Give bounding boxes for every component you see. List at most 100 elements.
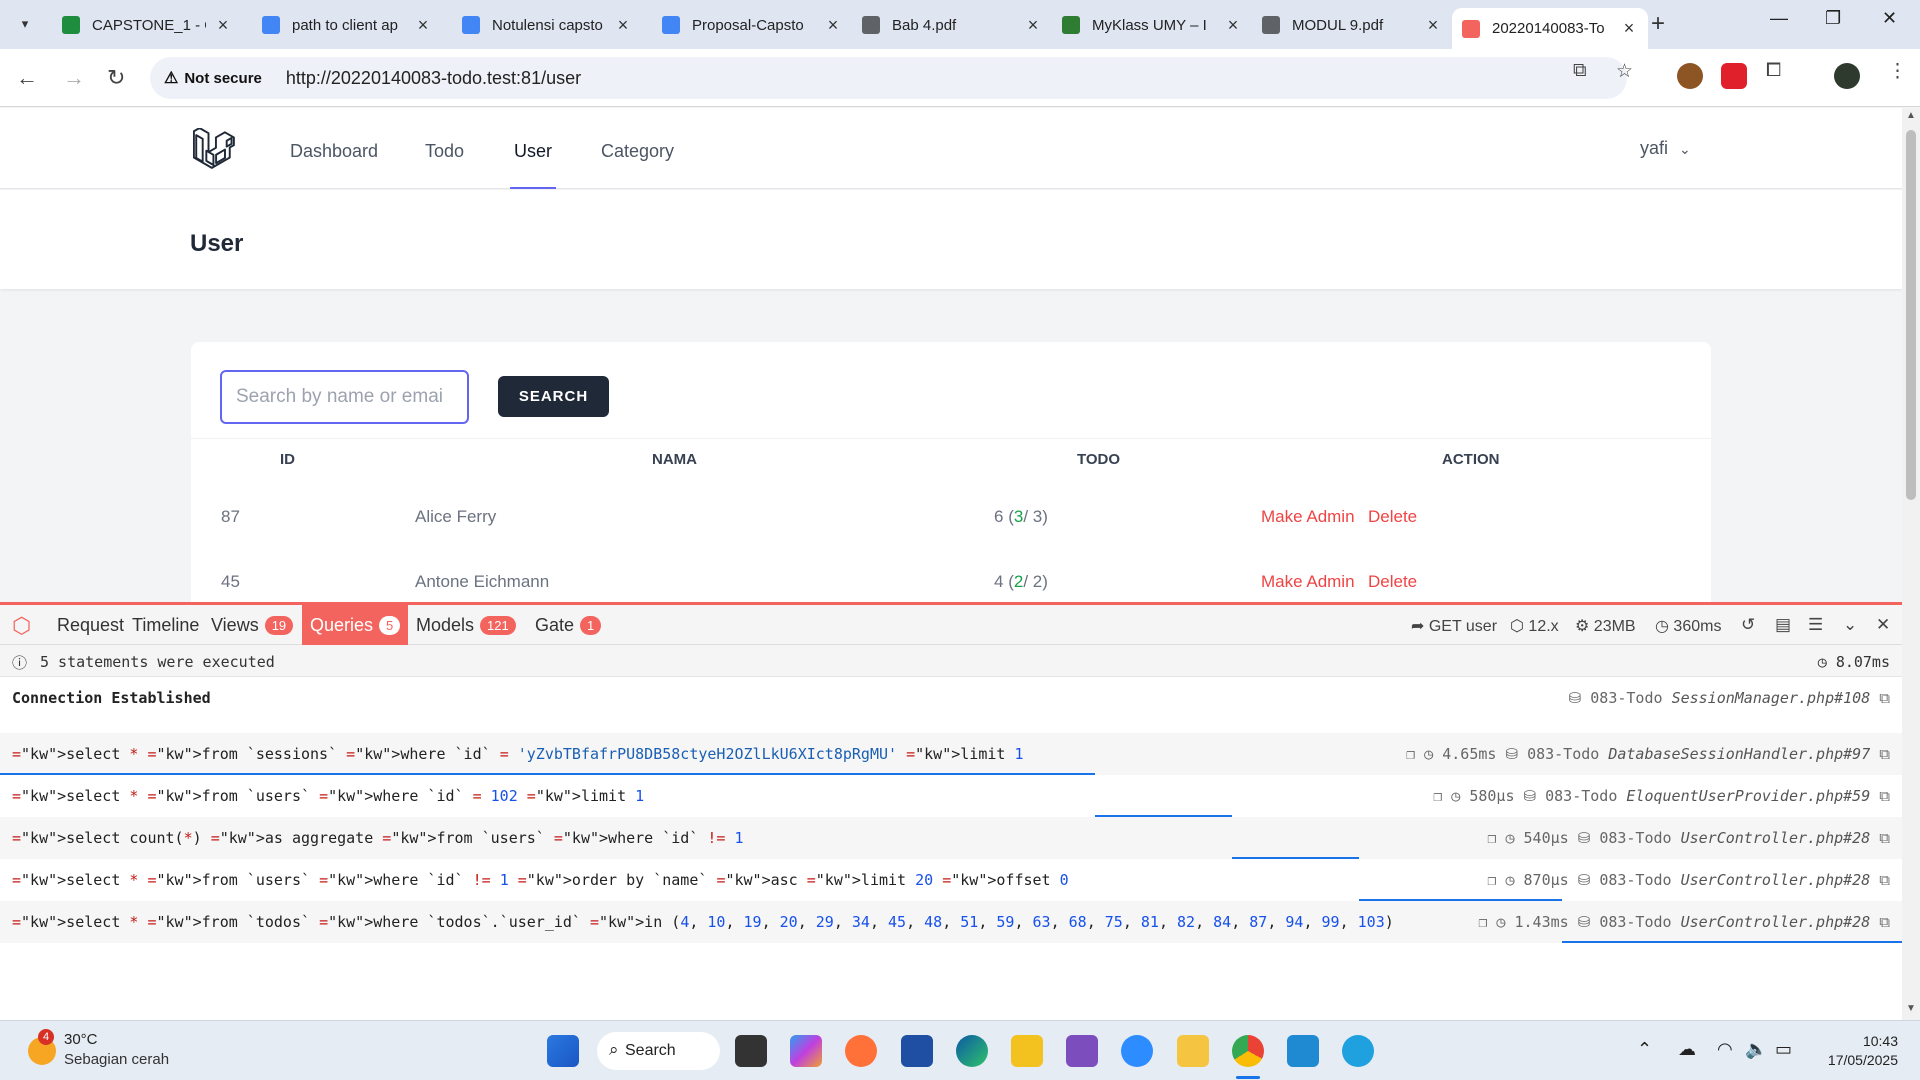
- tab-proposal[interactable]: Proposal-Capsto ×: [652, 8, 852, 42]
- visual-studio-icon[interactable]: [1066, 1035, 1098, 1067]
- minimize-debugbar-icon[interactable]: ⌄: [1843, 615, 1857, 635]
- make-admin-button[interactable]: Make Admin: [1261, 572, 1355, 592]
- tab-search-chevron-icon[interactable]: ▾: [10, 11, 40, 37]
- edge-icon[interactable]: [956, 1035, 988, 1067]
- debug-tab-gate[interactable]: Gate 1: [527, 605, 609, 645]
- zoom-icon[interactable]: [1121, 1035, 1153, 1067]
- external-link-icon[interactable]: ⧉: [1879, 689, 1890, 707]
- new-tab-button[interactable]: +: [1651, 10, 1665, 38]
- query-row[interactable]: ="kw">select * ="kw">from `users` ="kw">…: [0, 775, 1902, 817]
- copy-icon[interactable]: ❐: [1487, 871, 1496, 889]
- copy-icon[interactable]: ❐: [1406, 745, 1415, 763]
- debug-tab-queries[interactable]: Queries 5: [302, 605, 409, 645]
- search-button[interactable]: SEARCH: [498, 376, 609, 417]
- copy-icon[interactable]: ❐: [1478, 913, 1487, 931]
- task-view-icon[interactable]: [735, 1035, 767, 1067]
- tab-close-icon[interactable]: ×: [1620, 18, 1638, 39]
- make-admin-button[interactable]: Make Admin: [1261, 507, 1355, 527]
- external-link-icon[interactable]: ⧉: [1879, 871, 1890, 889]
- tab-favicon-icon: [1262, 16, 1280, 34]
- laravel-logo-icon[interactable]: [193, 128, 235, 170]
- tab-bab4[interactable]: Bab 4.pdf ×: [852, 8, 1052, 42]
- debug-tab-timeline[interactable]: Timeline: [124, 605, 207, 645]
- reload-icon[interactable]: ↻: [107, 65, 125, 91]
- browser-menu-icon[interactable]: ⋮: [1888, 60, 1907, 83]
- query-row[interactable]: ="kw">select * ="kw">from `sessions` ="k…: [0, 733, 1902, 775]
- tab-todo-user[interactable]: 20220140083-To ×: [1452, 8, 1648, 49]
- query-row[interactable]: ="kw">select count(*) ="kw">as aggregate…: [0, 817, 1902, 859]
- omnibox[interactable]: ⚠ Not secure http://20220140083-todo.tes…: [150, 57, 1627, 99]
- query-row[interactable]: ="kw">select * ="kw">from `users` ="kw">…: [0, 859, 1902, 901]
- tab-myklass[interactable]: MyKlass UMY – I ×: [1052, 8, 1252, 42]
- extensions-puzzle-icon[interactable]: ⧠: [1766, 60, 1781, 82]
- profile-avatar[interactable]: [1834, 63, 1860, 89]
- debug-tab-request[interactable]: Request: [49, 605, 132, 645]
- settings-sliders-icon[interactable]: ☰: [1808, 615, 1823, 635]
- tab-close-icon[interactable]: ×: [1024, 15, 1042, 36]
- tab-close-icon[interactable]: ×: [614, 15, 632, 36]
- app-bird-icon[interactable]: [1342, 1035, 1374, 1067]
- tab-close-icon[interactable]: ×: [1424, 15, 1442, 36]
- snipping-tool-icon[interactable]: [1011, 1035, 1043, 1067]
- debug-tab-models[interactable]: Models 121: [408, 605, 524, 645]
- external-link-icon[interactable]: ⧉: [1879, 745, 1890, 763]
- scrollbar-thumb[interactable]: [1906, 130, 1916, 500]
- delete-button[interactable]: Delete: [1368, 572, 1417, 592]
- security-indicator[interactable]: ⚠ Not secure: [164, 68, 262, 88]
- copy-icon[interactable]: ❐: [1433, 787, 1442, 805]
- extension-red-icon[interactable]: [1721, 63, 1747, 89]
- open-folder-icon[interactable]: ▤: [1775, 615, 1791, 635]
- battery-icon[interactable]: ▭: [1775, 1039, 1792, 1060]
- external-link-icon[interactable]: ⧉: [1879, 829, 1890, 847]
- nav-category[interactable]: Category: [601, 141, 674, 162]
- onedrive-cloud-icon[interactable]: ☁: [1678, 1039, 1696, 1060]
- tab-capstone[interactable]: CAPSTONE_1 - G ×: [52, 8, 242, 42]
- firefox-icon[interactable]: [845, 1035, 877, 1067]
- restore-button[interactable]: ❐: [1825, 8, 1841, 29]
- search-input[interactable]: [220, 370, 469, 424]
- tab-close-icon[interactable]: ×: [824, 15, 842, 36]
- tab-close-icon[interactable]: ×: [1224, 15, 1242, 36]
- minimize-button[interactable]: —: [1770, 8, 1788, 29]
- tab-path-to-client[interactable]: path to client ap ×: [252, 8, 442, 42]
- copilot-icon[interactable]: [790, 1035, 822, 1067]
- query-row[interactable]: ="kw">select * ="kw">from `todos` ="kw">…: [0, 901, 1902, 943]
- windows-start-icon[interactable]: [547, 1035, 579, 1067]
- translate-icon[interactable]: ⧉: [1573, 60, 1587, 82]
- wifi-icon[interactable]: ◠: [1717, 1039, 1733, 1060]
- nav-user[interactable]: User: [514, 141, 552, 162]
- scroll-up-icon[interactable]: ▲: [1906, 110, 1916, 121]
- delete-button[interactable]: Delete: [1368, 507, 1417, 527]
- speaker-muted-icon[interactable]: 🔈: [1745, 1039, 1767, 1060]
- external-link-icon[interactable]: ⧉: [1879, 787, 1890, 805]
- user-dropdown[interactable]: yafi ⌄: [1640, 138, 1691, 159]
- tab-modul9[interactable]: MODUL 9.pdf ×: [1252, 8, 1452, 42]
- show-hidden-icons-chevron-icon[interactable]: ⌃: [1637, 1039, 1652, 1060]
- scroll-down-icon[interactable]: ▼: [1906, 1003, 1916, 1014]
- back-icon[interactable]: ←: [16, 65, 38, 91]
- close-debugbar-icon[interactable]: ✕: [1876, 615, 1890, 635]
- copy-icon[interactable]: ❐: [1487, 829, 1496, 847]
- file-explorer-icon[interactable]: [1177, 1035, 1209, 1067]
- external-link-icon[interactable]: ⧉: [1879, 913, 1890, 931]
- history-icon[interactable]: ↺: [1741, 615, 1755, 635]
- system-clock[interactable]: 10:43 17/05/2025: [1818, 1033, 1898, 1068]
- request-method[interactable]: ➦ GET user: [1411, 616, 1497, 636]
- tab-close-icon[interactable]: ×: [414, 15, 432, 36]
- tab-close-icon[interactable]: ×: [214, 15, 232, 36]
- url-text[interactable]: http://20220140083-todo.test:81/user: [286, 68, 581, 89]
- nav-dashboard[interactable]: Dashboard: [290, 141, 378, 162]
- tab-notulensi[interactable]: Notulensi capsto ×: [452, 8, 642, 42]
- debug-tab-views[interactable]: Views 19: [203, 605, 301, 645]
- page-scrollbar[interactable]: ▲ ▼: [1902, 108, 1920, 1020]
- close-window-button[interactable]: ✕: [1882, 8, 1897, 29]
- nav-todo[interactable]: Todo: [425, 141, 464, 162]
- vscode-icon[interactable]: [1287, 1035, 1319, 1067]
- chrome-icon[interactable]: [1232, 1035, 1264, 1067]
- debugbar-logo-icon[interactable]: ⬡: [12, 613, 31, 639]
- taskbar-search[interactable]: ⌕ Search: [597, 1032, 720, 1070]
- forward-icon[interactable]: →: [63, 65, 85, 91]
- cookie-extension-icon[interactable]: [1677, 63, 1703, 89]
- bookmark-star-icon[interactable]: ☆: [1616, 60, 1633, 83]
- microsoft-store-icon[interactable]: [901, 1035, 933, 1067]
